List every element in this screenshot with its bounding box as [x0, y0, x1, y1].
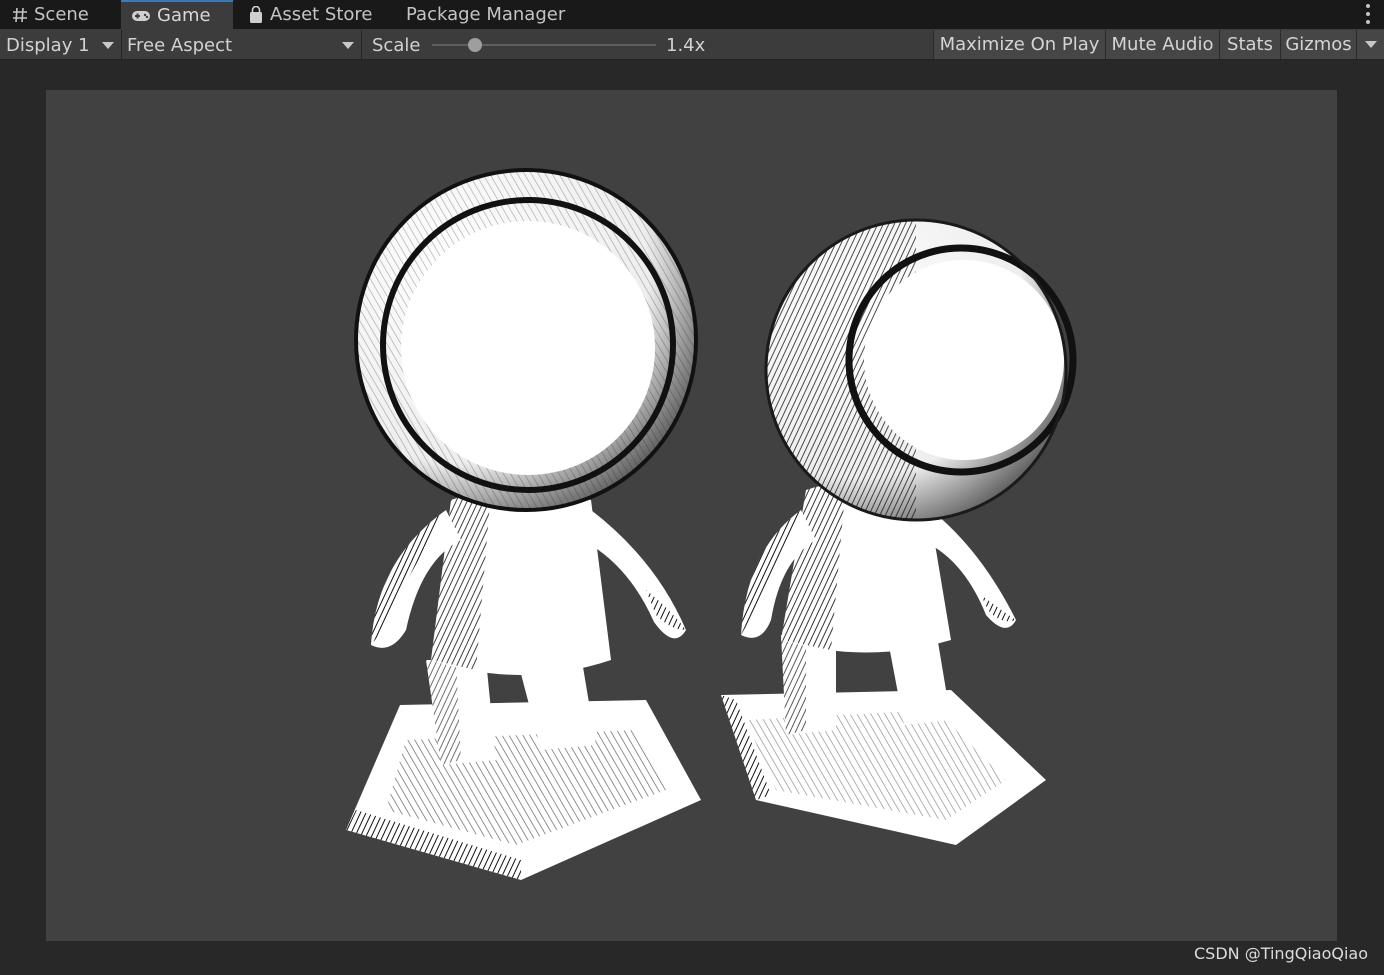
maximize-on-play-button[interactable]: Maximize On Play	[933, 30, 1105, 59]
mute-audio-button[interactable]: Mute Audio	[1105, 30, 1219, 59]
display-label: Display 1	[6, 34, 90, 56]
scale-label: Scale	[372, 34, 421, 56]
bag-icon	[248, 5, 264, 24]
gizmos-dropdown[interactable]	[1356, 30, 1384, 59]
game-render	[346, 168, 1077, 880]
tab-label: Package Manager	[406, 4, 566, 25]
mannequin-figure-right	[721, 218, 1077, 845]
tab-scene[interactable]: Scene	[0, 0, 121, 29]
tab-label: Scene	[34, 4, 89, 25]
tab-label: Game	[157, 5, 211, 26]
tab-label: Asset Store	[270, 4, 373, 25]
chevron-down-icon	[102, 42, 114, 49]
aspect-dropdown[interactable]: Free Aspect	[122, 30, 361, 60]
more-options-icon[interactable]	[1366, 4, 1370, 24]
watermark: CSDN @TingQiaoQiao	[1194, 944, 1368, 963]
aspect-label: Free Aspect	[127, 34, 233, 56]
game-viewport[interactable]	[46, 90, 1337, 941]
gizmos-button[interactable]: Gizmos	[1280, 30, 1356, 59]
editor-tab-bar: Scene Game Asset Store Package Manager	[0, 0, 1384, 29]
tab-game[interactable]: Game	[121, 0, 233, 29]
chevron-down-icon	[342, 42, 354, 49]
scale-slider-track[interactable]	[432, 44, 656, 46]
hash-icon	[12, 7, 28, 23]
display-dropdown[interactable]: Display 1	[0, 30, 121, 60]
mannequin-figure-left	[346, 168, 701, 880]
tab-package-manager[interactable]: Package Manager	[394, 0, 594, 29]
chevron-down-icon	[1364, 41, 1377, 48]
tab-asset-store[interactable]: Asset Store	[236, 0, 391, 29]
stats-button[interactable]: Stats	[1219, 30, 1280, 59]
scale-value: 1.4x	[666, 34, 706, 56]
gamepad-icon	[131, 9, 151, 23]
scale-slider-handle[interactable]	[467, 38, 482, 52]
